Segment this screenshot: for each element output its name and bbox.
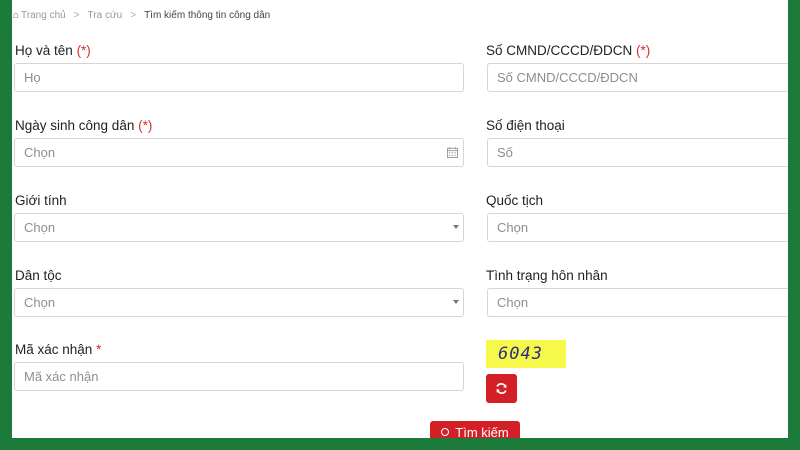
nationality-label: Quốc tịch bbox=[486, 193, 543, 208]
phone-label-text: Số điện thoại bbox=[486, 118, 565, 133]
full-name-label: Họ và tên (*) bbox=[15, 43, 91, 58]
gender-label-text: Giới tính bbox=[15, 193, 67, 208]
breadcrumb-separator: > bbox=[73, 9, 80, 21]
refresh-icon bbox=[496, 383, 507, 394]
captcha-image: 6043 bbox=[486, 340, 566, 368]
id-number-input[interactable]: Số CMND/CCCD/ĐDCN bbox=[487, 63, 788, 92]
id-number-label: Số CMND/CCCD/ĐDCN (*) bbox=[486, 43, 650, 58]
search-button-label: Tìm kiếm bbox=[455, 424, 509, 439]
birth-date-picker[interactable]: Chọn bbox=[14, 138, 464, 167]
required-mark: (*) bbox=[76, 43, 91, 58]
content-frame: ⌂ Trang chủ > Tra cứu > Tìm kiếm thông t… bbox=[12, 0, 788, 438]
full-name-input[interactable]: Họ bbox=[14, 63, 464, 92]
id-number-label-text: Số CMND/CCCD/ĐDCN bbox=[486, 43, 633, 58]
marital-status-label-text: Tình trạng hôn nhân bbox=[486, 268, 608, 283]
captcha-code: 6043 bbox=[498, 344, 543, 364]
nationality-label-text: Quốc tịch bbox=[486, 193, 544, 208]
nationality-selected: Chọn bbox=[497, 220, 529, 235]
calendar-icon[interactable] bbox=[447, 147, 458, 158]
gender-label: Giới tính bbox=[15, 193, 67, 208]
phone-input[interactable]: Số bbox=[487, 138, 788, 167]
phone-placeholder: Số bbox=[497, 145, 513, 160]
ethnicity-label: Dân tộc bbox=[15, 268, 62, 283]
full-name-label-text: Họ và tên bbox=[15, 43, 73, 58]
caret-down-icon bbox=[453, 300, 459, 304]
phone-label: Số điện thoại bbox=[486, 118, 565, 133]
id-number-placeholder: Số CMND/CCCD/ĐDCN bbox=[497, 70, 638, 85]
breadcrumb-lookup[interactable]: Tra cứu bbox=[88, 10, 123, 21]
gender-selected: Chọn bbox=[24, 220, 56, 235]
caret-down-icon bbox=[453, 225, 459, 229]
home-icon: ⌂ bbox=[13, 9, 20, 21]
ethnicity-label-text: Dân tộc bbox=[15, 268, 62, 283]
required-mark: (*) bbox=[138, 118, 153, 133]
captcha-placeholder: Mã xác nhận bbox=[24, 369, 99, 384]
captcha-label: Mã xác nhận * bbox=[15, 342, 101, 357]
breadcrumb-home[interactable]: Trang chủ bbox=[21, 10, 66, 21]
search-button[interactable]: Tìm kiếm bbox=[430, 421, 520, 438]
breadcrumb-separator: > bbox=[130, 9, 137, 21]
gender-select[interactable]: Chọn bbox=[14, 213, 464, 242]
birth-date-label-text: Ngày sinh công dân bbox=[15, 118, 135, 133]
birth-date-label: Ngày sinh công dân (*) bbox=[15, 118, 152, 133]
nationality-select[interactable]: Chọn bbox=[487, 213, 788, 242]
captcha-input[interactable]: Mã xác nhận bbox=[14, 362, 464, 391]
ethnicity-select[interactable]: Chọn bbox=[14, 288, 464, 317]
required-mark: (*) bbox=[636, 43, 651, 58]
full-name-placeholder: Họ bbox=[24, 70, 41, 85]
captcha-label-text: Mã xác nhận bbox=[15, 342, 93, 357]
refresh-captcha-button[interactable] bbox=[486, 374, 517, 403]
breadcrumb: ⌂ Trang chủ > Tra cứu > Tìm kiếm thông t… bbox=[13, 8, 270, 22]
required-mark: * bbox=[96, 342, 102, 357]
ethnicity-selected: Chọn bbox=[24, 295, 56, 310]
birth-date-placeholder: Chọn bbox=[24, 145, 56, 160]
marital-status-select[interactable]: Chọn bbox=[487, 288, 788, 317]
search-icon bbox=[441, 428, 450, 436]
marital-status-label: Tình trạng hôn nhân bbox=[486, 268, 608, 283]
breadcrumb-current: Tìm kiếm thông tin công dân bbox=[144, 9, 271, 21]
marital-status-selected: Chọn bbox=[497, 295, 529, 310]
